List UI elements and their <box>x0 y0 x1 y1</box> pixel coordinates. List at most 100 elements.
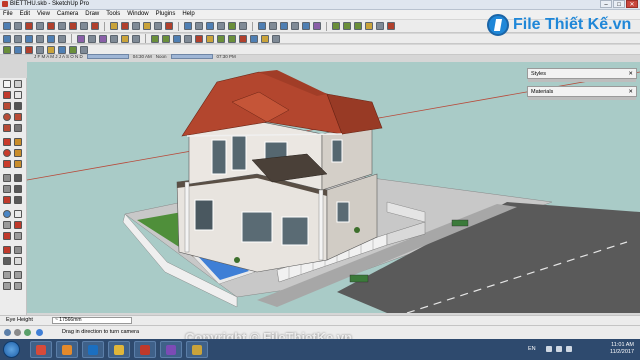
menu-file[interactable]: File <box>3 10 13 19</box>
left-view-icon[interactable] <box>58 34 66 43</box>
time-slider[interactable] <box>170 54 213 59</box>
select-icon[interactable] <box>3 80 11 88</box>
geo-location-icon[interactable] <box>4 329 11 336</box>
maximize-button[interactable]: □ <box>613 0 625 8</box>
paint-icon[interactable] <box>3 91 11 99</box>
push-pull-icon[interactable] <box>14 138 22 146</box>
get-models-icon[interactable] <box>387 22 395 30</box>
back-view-icon[interactable] <box>47 34 55 43</box>
position-camera-icon[interactable] <box>3 246 11 254</box>
solid-tools-icon[interactable] <box>206 34 214 43</box>
sandbox-icon[interactable] <box>195 34 203 43</box>
eraser-tool-icon[interactable] <box>14 22 22 30</box>
share-component-icon[interactable] <box>14 282 22 290</box>
warehouse-icon[interactable] <box>376 22 384 30</box>
get-models-icon[interactable] <box>3 271 11 279</box>
xray-icon[interactable] <box>77 34 85 43</box>
front-view-icon[interactable] <box>25 34 33 43</box>
plugin-tool-icon[interactable] <box>58 45 66 54</box>
user-icon[interactable] <box>24 329 31 336</box>
follow-me-icon[interactable] <box>143 22 151 30</box>
plugin-tool-icon[interactable] <box>69 45 77 54</box>
offset-icon[interactable] <box>14 160 22 168</box>
menu-plugins[interactable]: Plugins <box>156 10 176 19</box>
freehand-icon[interactable] <box>14 124 22 132</box>
monochrome-icon[interactable] <box>132 34 140 43</box>
taskbar-app[interactable] <box>56 341 78 358</box>
select-tool-icon[interactable] <box>3 22 11 30</box>
paint-bucket-icon[interactable] <box>25 22 33 30</box>
zoom-window-icon[interactable] <box>291 22 299 30</box>
network-icon[interactable] <box>546 346 552 352</box>
line-tool-icon[interactable] <box>36 22 44 30</box>
rectangle-icon[interactable] <box>3 102 11 110</box>
plugin-tool-icon[interactable] <box>36 45 44 54</box>
arc-tool-icon[interactable] <box>47 22 55 30</box>
plugin-tool-icon[interactable] <box>47 45 55 54</box>
component-icon[interactable] <box>162 34 170 43</box>
walk-icon[interactable] <box>14 246 22 254</box>
outliner-icon[interactable] <box>184 34 192 43</box>
measurements-input[interactable]: ~ 17566mm <box>52 317 132 324</box>
previous-view-icon[interactable] <box>313 22 321 30</box>
start-button[interactable] <box>3 341 20 358</box>
menu-edit[interactable]: Edit <box>20 10 30 19</box>
minimize-button[interactable]: – <box>600 0 612 8</box>
walk-icon[interactable] <box>343 22 351 30</box>
taskbar-app[interactable] <box>186 341 208 358</box>
plugin-tool-icon[interactable] <box>217 34 225 43</box>
tape-measure-icon[interactable] <box>3 174 11 182</box>
share-model-icon[interactable] <box>14 271 22 279</box>
position-camera-icon[interactable] <box>332 22 340 30</box>
circle-tool-icon[interactable] <box>80 22 88 30</box>
push-pull-icon[interactable] <box>121 22 129 30</box>
orbit-icon[interactable] <box>3 210 11 218</box>
wireframe-icon[interactable] <box>88 34 96 43</box>
plugin-tool-icon[interactable] <box>3 45 11 54</box>
iso-view-icon[interactable] <box>3 34 11 43</box>
protractor-icon[interactable] <box>206 22 214 30</box>
plugin-tool-icon[interactable] <box>25 45 33 54</box>
flag-icon[interactable] <box>566 346 572 352</box>
language-indicator[interactable]: EN <box>528 346 536 352</box>
credits-icon[interactable] <box>14 329 21 336</box>
taskbar-app[interactable] <box>160 341 182 358</box>
text-icon[interactable] <box>14 185 22 193</box>
hidden-line-icon[interactable] <box>99 34 107 43</box>
zoom-icon[interactable] <box>280 22 288 30</box>
move-tool-icon[interactable] <box>110 22 118 30</box>
layer-icon[interactable] <box>151 34 159 43</box>
section-plane-icon[interactable] <box>365 22 373 30</box>
zoom-extents-icon[interactable] <box>3 232 11 240</box>
taskbar-app[interactable] <box>134 341 156 358</box>
rotate-tool-icon[interactable] <box>132 22 140 30</box>
section-plane-icon[interactable] <box>14 257 22 265</box>
previous-view-icon[interactable] <box>14 232 22 240</box>
menu-draw[interactable]: Draw <box>85 10 99 19</box>
orbit-icon[interactable] <box>258 22 266 30</box>
volume-icon[interactable] <box>556 346 562 352</box>
plugin-tool-icon[interactable] <box>272 34 280 43</box>
offset-tool-icon[interactable] <box>165 22 173 30</box>
close-icon[interactable]: ✕ <box>628 71 633 77</box>
axes-icon[interactable] <box>228 22 236 30</box>
taskbar-app[interactable] <box>82 341 104 358</box>
top-view-icon[interactable] <box>14 34 22 43</box>
zoom-extents-icon[interactable] <box>302 22 310 30</box>
group-icon[interactable] <box>173 34 181 43</box>
menu-help[interactable]: Help <box>182 10 194 19</box>
plugin-tool-icon[interactable] <box>239 34 247 43</box>
move-icon[interactable] <box>3 138 11 146</box>
follow-me-icon[interactable] <box>14 149 22 157</box>
menu-camera[interactable]: Camera <box>57 10 78 19</box>
close-button[interactable]: ✕ <box>626 0 638 8</box>
taskbar-app[interactable] <box>30 341 52 358</box>
date-slider[interactable] <box>86 54 129 59</box>
protractor-icon[interactable] <box>3 185 11 193</box>
dimension-icon[interactable] <box>14 174 22 182</box>
right-view-icon[interactable] <box>36 34 44 43</box>
menu-window[interactable]: Window <box>127 10 148 19</box>
look-around-icon[interactable] <box>3 257 11 265</box>
polygon-tool-icon[interactable] <box>91 22 99 30</box>
arc-icon[interactable] <box>14 113 22 121</box>
